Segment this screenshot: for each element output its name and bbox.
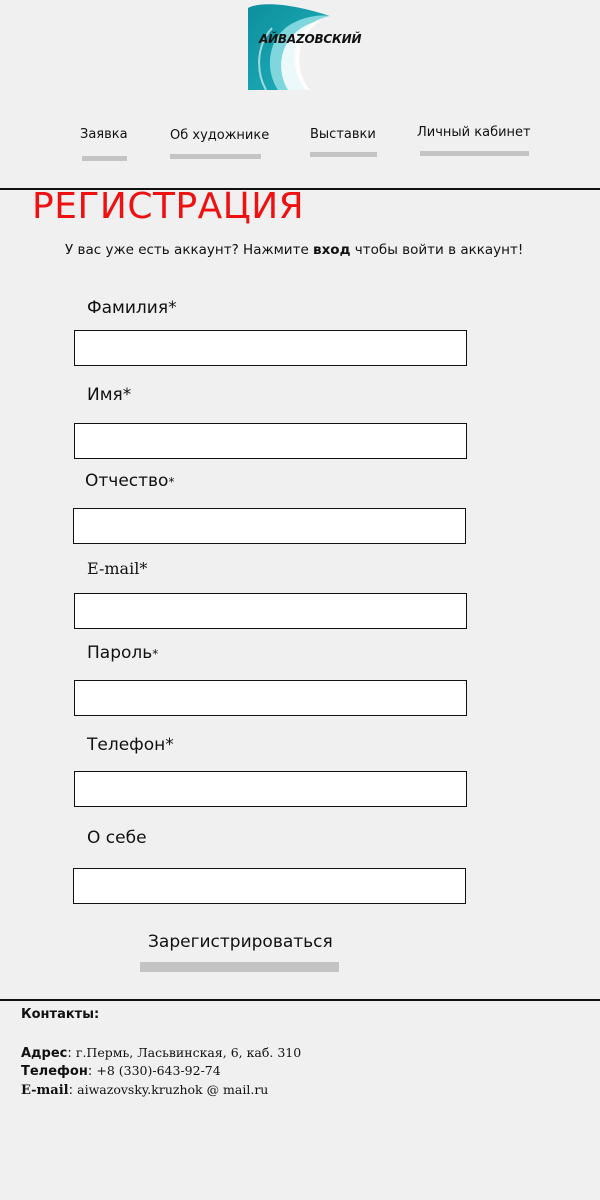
contacts-title: Контакты: [21,1007,100,1022]
nav-label: Выставки [310,127,376,142]
password-input[interactable] [74,680,467,716]
nav-underline [420,151,529,156]
page-title: РЕГИСТРАЦИЯ [32,186,305,227]
register-button-label: Зарегистрироваться [148,932,333,952]
contact-email: E-mail: aiwazovsky.kruzhok @ mail.ru [21,1082,269,1098]
first-name-input[interactable] [74,423,467,459]
nav-underline [170,154,261,159]
about-label: О себе [87,828,147,848]
last-name-input[interactable] [74,330,467,366]
login-note-text: У вас уже есть аккаунт? Нажмите [65,242,314,258]
first-name-label: Имя* [87,385,132,405]
phone-label: Телефон* [87,735,174,755]
last-name-label: Фамилия* [87,298,177,318]
nav-label: Об художнике [170,128,270,143]
login-link[interactable]: вход [313,242,350,258]
contact-phone: Телефон: +8 (330)-643-92-74 [21,1063,221,1079]
nav-label: Заявка [80,127,128,142]
register-button-underline [140,962,339,972]
password-label: Пароль* [87,643,159,663]
phone-input[interactable] [74,771,467,807]
nav-item-about-artist[interactable]: Об художнике [168,120,270,164]
login-note-text-end: чтобы войти в аккаунт! [350,242,524,258]
login-note: У вас уже есть аккаунт? Нажмите вход что… [65,242,523,258]
about-input[interactable] [73,868,466,904]
nav-underline [82,156,127,161]
nav-underline [310,152,377,157]
nav-label: Личный кабинет [417,125,531,140]
footer-divider [0,999,600,1001]
nav-item-personal-account[interactable]: Личный кабинет [415,118,535,162]
email-label: E-mail* [87,559,148,578]
nav-item-application[interactable]: Заявка [78,120,138,164]
logo [248,2,356,90]
brand-name: АЙВАZОВСКИЙ [259,32,362,46]
contact-address: Адрес: г.Пермь, Ласьвинская, 6, каб. 310 [21,1045,302,1061]
nav-item-exhibitions[interactable]: Выставки [308,120,388,164]
patronymic-input[interactable] [73,508,466,544]
register-button[interactable]: Зарегистрироваться [140,928,339,974]
email-input[interactable] [74,593,467,629]
patronymic-label: Отчество* [85,471,175,491]
